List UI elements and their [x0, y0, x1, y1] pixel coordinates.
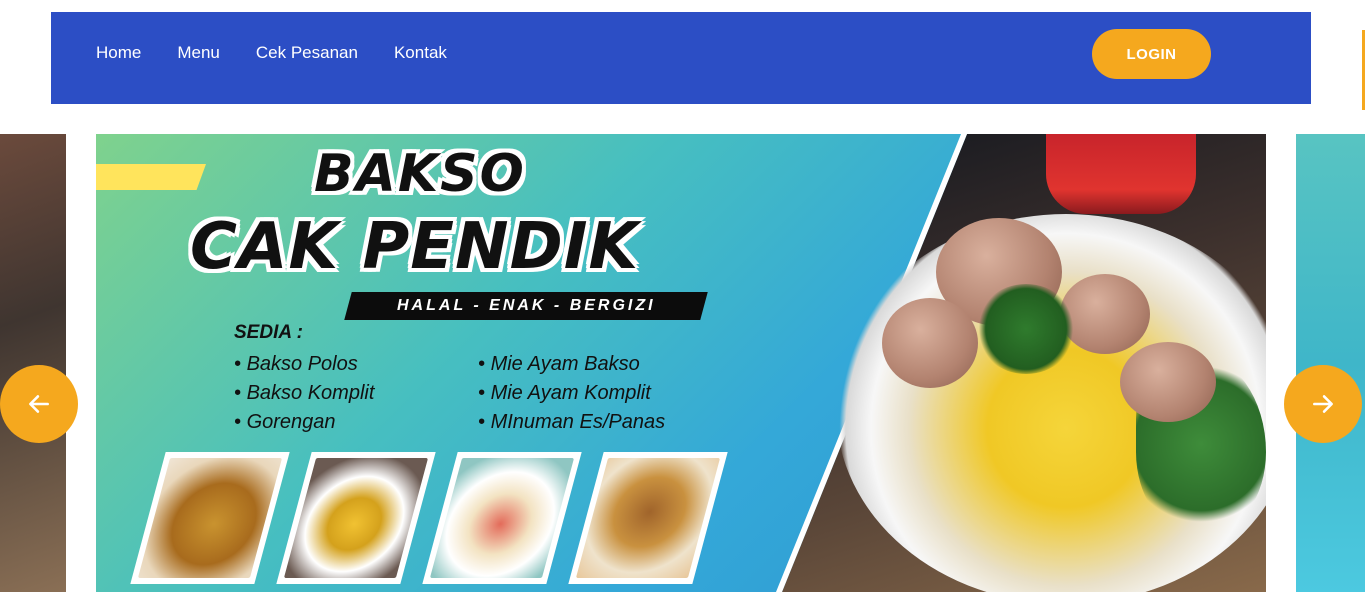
- banner-tagline-text: HALAL - ENAK - BERGIZI: [396, 297, 656, 314]
- banner-menu-item: Gorengan: [234, 408, 374, 437]
- nav-link-home[interactable]: Home: [96, 43, 141, 63]
- nav-link-menu[interactable]: Menu: [177, 43, 220, 63]
- meatball-image: [1120, 342, 1216, 422]
- banner-menu-column-1: Bakso Polos Bakso Komplit Gorengan: [234, 350, 375, 437]
- banner-title-line2: CAK PENDIK: [190, 210, 640, 284]
- banner-sedia-label: SEDIA :: [234, 322, 303, 343]
- nav-link-cek-pesanan[interactable]: Cek Pesanan: [256, 43, 358, 63]
- arrow-right-icon: [1313, 395, 1333, 413]
- banner-yellow-stripe: [96, 164, 206, 190]
- carousel-next-button[interactable]: [1284, 365, 1362, 443]
- banner-menu-item: Mie Ayam Komplit: [478, 379, 665, 408]
- banner-menu-item: MInuman Es/Panas: [478, 408, 666, 437]
- nav-link-kontak[interactable]: Kontak: [394, 43, 447, 63]
- parsley-garnish: [976, 284, 1076, 374]
- meatball-image: [882, 298, 978, 388]
- banner-food-thumbnail: [422, 452, 582, 584]
- carousel-next-slide-peek: [1296, 134, 1365, 592]
- login-button[interactable]: LOGIN: [1092, 29, 1211, 79]
- carousel-slide-banner: BAKSO CAK PENDIK HALAL - ENAK - BERGIZI …: [96, 134, 1266, 592]
- banner-food-thumbnail: [130, 452, 290, 584]
- navbar: Home Menu Cek Pesanan Kontak LOGIN: [51, 12, 1311, 104]
- banner-menu-item: Bakso Polos: [234, 350, 374, 379]
- banner-menu-item: Bakso Komplit: [234, 379, 375, 408]
- banner-sauce-bottle: [1046, 134, 1196, 214]
- nav-links: Home Menu Cek Pesanan Kontak: [96, 12, 447, 94]
- carousel-prev-slide-peek: [0, 134, 66, 592]
- carousel-prev-button[interactable]: [0, 365, 78, 443]
- arrow-left-icon: [29, 395, 49, 413]
- banner-menu-column-2: Mie Ayam Bakso Mie Ayam Komplit MInuman …: [478, 350, 666, 437]
- banner-title-line1: BAKSO: [314, 144, 526, 204]
- banner-tagline: HALAL - ENAK - BERGIZI: [344, 292, 708, 320]
- banner-menu-item: Mie Ayam Bakso: [478, 350, 665, 379]
- banner-food-thumbnail: [568, 452, 728, 584]
- banner-food-thumbnail: [276, 452, 436, 584]
